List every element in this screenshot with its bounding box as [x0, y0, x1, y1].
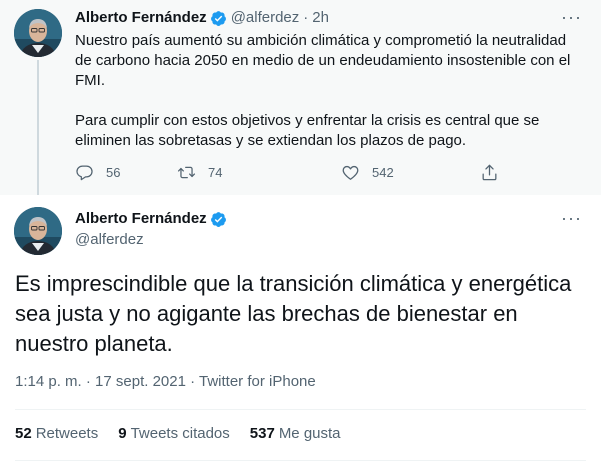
retweets-count: 52	[15, 425, 32, 442]
thread-connector-line	[37, 60, 39, 195]
retweet-button[interactable]: 74	[177, 163, 222, 182]
retweet-count: 74	[208, 165, 223, 180]
tweet-text: Es imprescindible que la transición clim…	[15, 271, 572, 356]
author-name[interactable]: Alberto Fernández	[75, 8, 207, 28]
tweet-stats: 52 Retweets 9 Tweets citados 537 Me gusta	[15, 425, 361, 442]
like-button[interactable]: 542	[341, 163, 394, 182]
likes-label: Me gusta	[278, 425, 341, 442]
tweet-header: Alberto Fernández @alferdez · 2h	[75, 8, 329, 28]
share-icon	[482, 164, 497, 181]
tweet-header: Alberto Fernández	[75, 209, 227, 229]
tweet-paragraph: Nuestro país aumentó su ambición climáti…	[75, 32, 571, 89]
separator-dot: ·	[303, 9, 309, 26]
avatar[interactable]	[14, 9, 62, 57]
avatar-image	[14, 9, 62, 57]
reply-button[interactable]: 56	[75, 163, 120, 182]
tweet-paragraph: Para cumplir con estos objetivos y enfre…	[75, 112, 540, 149]
tweet-text: Nuestro país aumentó su ambición climáti…	[75, 31, 585, 151]
likes-count: 537	[249, 425, 275, 442]
retweets-stat[interactable]: 52 Retweets	[15, 425, 98, 442]
verified-badge-icon	[210, 10, 227, 27]
retweets-label: Retweets	[35, 425, 99, 442]
likes-stat[interactable]: 537 Me gusta	[250, 425, 341, 442]
share-button[interactable]	[480, 163, 499, 182]
avatar-image	[14, 207, 62, 255]
retweet-icon	[177, 166, 196, 179]
quotes-count: 9	[118, 425, 127, 442]
reply-icon	[76, 165, 93, 181]
divider	[15, 409, 586, 410]
avatar[interactable]	[14, 207, 62, 255]
reply-count: 56	[106, 165, 121, 180]
quotes-stat[interactable]: 9 Tweets citados	[118, 425, 230, 442]
author-handle[interactable]: @alferdez	[75, 231, 144, 248]
author-handle[interactable]: @alferdez	[231, 8, 300, 28]
more-dots-icon[interactable]: ···	[561, 209, 581, 231]
parent-tweet[interactable]: Alberto Fernández @alferdez · 2h ··· Nue…	[0, 0, 601, 195]
divider	[15, 460, 586, 461]
tweet-timestamp[interactable]: 2h	[312, 8, 329, 28]
author-name[interactable]: Alberto Fernández	[75, 209, 207, 229]
tweet-actions: 56 74 542	[75, 163, 515, 183]
verified-badge-icon	[210, 211, 227, 228]
tweet-timestamp-source[interactable]: 1:14 p. m. · 17 sept. 2021 · Twitter for…	[15, 373, 316, 390]
heart-icon	[342, 165, 359, 180]
more-dots-icon[interactable]: ···	[561, 8, 581, 30]
quotes-label: Tweets citados	[130, 425, 230, 442]
like-count: 542	[372, 165, 394, 180]
main-tweet: Alberto Fernández @alferdez ··· Es impre…	[0, 195, 601, 464]
